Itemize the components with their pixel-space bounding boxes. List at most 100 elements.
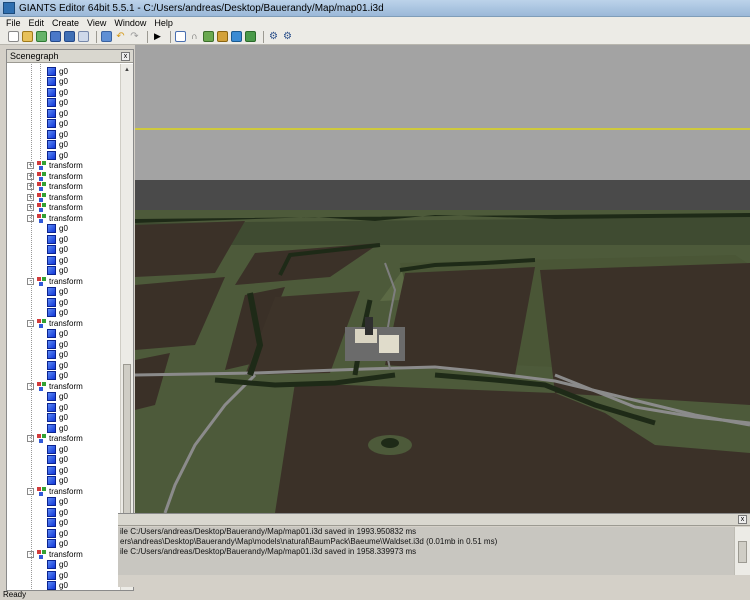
shape-cube-icon: [47, 119, 56, 129]
tree-node-transform[interactable]: -transform: [27, 213, 83, 224]
close-icon[interactable]: x: [738, 515, 747, 524]
tree-node-transform[interactable]: +transform: [27, 161, 83, 172]
foliage-paint-icon[interactable]: [217, 31, 228, 42]
tree-node-shape[interactable]: g0: [47, 224, 68, 235]
tree-node-transform[interactable]: -transform: [27, 486, 83, 497]
undo-icon[interactable]: ↶: [115, 31, 126, 42]
tree-node-shape[interactable]: g0: [47, 560, 68, 571]
open-icon[interactable]: [22, 31, 33, 42]
magnet-icon[interactable]: ∩: [189, 31, 200, 42]
tree-node-transform[interactable]: -transform: [27, 434, 83, 445]
texture-paint-icon[interactable]: [245, 31, 256, 42]
tree-node-shape[interactable]: g0: [47, 66, 68, 77]
import-icon[interactable]: [101, 31, 112, 42]
tree-node-shape[interactable]: g0: [47, 497, 68, 508]
tree-node-shape[interactable]: g0: [47, 108, 68, 119]
close-icon[interactable]: x: [121, 51, 130, 61]
tree-node-shape[interactable]: g0: [47, 87, 68, 98]
tree-node-label: g0: [59, 98, 68, 108]
status-text: Ready: [3, 590, 27, 599]
terrain-paint-icon[interactable]: [203, 31, 214, 42]
tree-node-shape[interactable]: g0: [47, 423, 68, 434]
tree-node-shape[interactable]: g0: [47, 518, 68, 529]
tree-node-label: g0: [59, 413, 68, 423]
tree-node-shape[interactable]: g0: [47, 98, 68, 109]
refresh-icon[interactable]: [36, 31, 47, 42]
tree-node-shape[interactable]: g0: [47, 413, 68, 424]
tree-node-label: g0: [59, 518, 68, 528]
tree-node-shape[interactable]: g0: [47, 507, 68, 518]
scenegraph-tree[interactable]: g0g0g0g0g0g0g0g0g0+transform+transform+t…: [7, 64, 121, 590]
scenegraph-scrollbar[interactable]: ▲ ▼: [120, 64, 133, 590]
tree-node-shape[interactable]: g0: [47, 455, 68, 466]
settings-gear-icon[interactable]: ⚙: [268, 31, 279, 42]
tree-node-shape[interactable]: g0: [47, 528, 68, 539]
menu-file[interactable]: File: [6, 18, 21, 28]
sculpt-icon[interactable]: [231, 31, 242, 42]
tree-node-shape[interactable]: g0: [47, 119, 68, 130]
tree-node-label: transform: [49, 381, 83, 391]
tree-node-shape[interactable]: g0: [47, 350, 68, 361]
tree-node-shape[interactable]: g0: [47, 287, 68, 298]
transform-icon: [37, 213, 46, 223]
menu-edit[interactable]: Edit: [29, 18, 45, 28]
tree-node-shape[interactable]: g0: [47, 245, 68, 256]
redo-icon[interactable]: ↷: [129, 31, 140, 42]
shape-cube-icon: [47, 423, 56, 433]
tree-node-shape[interactable]: g0: [47, 266, 68, 277]
tree-node-shape[interactable]: g0: [47, 308, 68, 319]
tree-node-shape[interactable]: g0: [47, 371, 68, 382]
tree-node-shape[interactable]: g0: [47, 402, 68, 413]
tree-node-label: g0: [59, 350, 68, 360]
save-icon[interactable]: [50, 31, 61, 42]
toolbar-separator: [263, 30, 264, 43]
camera-gear-icon[interactable]: ⚙: [282, 31, 293, 42]
tree-node-transform[interactable]: +transform: [27, 192, 83, 203]
new-file-icon[interactable]: [8, 31, 19, 42]
tree-node-shape[interactable]: g0: [47, 360, 68, 371]
tree-node-shape[interactable]: g0: [47, 570, 68, 581]
window-title: GIANTS Editor 64bit 5.5.1 - C:/Users/and…: [19, 2, 384, 14]
tree-node-shape[interactable]: g0: [47, 297, 68, 308]
scrollbar-thumb[interactable]: [123, 364, 131, 534]
scrollbar-thumb[interactable]: [738, 541, 747, 563]
menu-window[interactable]: Window: [114, 18, 146, 28]
play-icon[interactable]: ▶: [152, 31, 163, 42]
menu-view[interactable]: View: [87, 18, 106, 28]
tree-node-shape[interactable]: g0: [47, 392, 68, 403]
tree-node-transform[interactable]: -transform: [27, 276, 83, 287]
tree-node-shape[interactable]: g0: [47, 150, 68, 161]
tree-node-transform[interactable]: +transform: [27, 182, 83, 193]
menu-create[interactable]: Create: [52, 18, 79, 28]
tree-node-shape[interactable]: g0: [47, 476, 68, 487]
tree-node-transform[interactable]: -transform: [27, 381, 83, 392]
tree-node-transform[interactable]: +transform: [27, 203, 83, 214]
tree-node-shape[interactable]: g0: [47, 129, 68, 140]
scroll-up-icon[interactable]: ▲: [122, 65, 132, 75]
terrain-view[interactable]: [135, 45, 750, 513]
menu-help[interactable]: Help: [154, 18, 173, 28]
tree-node-shape[interactable]: g0: [47, 140, 68, 151]
tree-node-shape[interactable]: g0: [47, 255, 68, 266]
console-scrollbar[interactable]: [734, 527, 750, 575]
tree-node-shape[interactable]: g0: [47, 539, 68, 550]
3d-viewport[interactable]: [135, 45, 750, 513]
tree-node-label: g0: [59, 476, 68, 486]
tree-node-shape[interactable]: g0: [47, 444, 68, 455]
export-icon[interactable]: [78, 31, 89, 42]
tree-node-transform[interactable]: +transform: [27, 171, 83, 182]
save-all-icon[interactable]: [64, 31, 75, 42]
select-icon[interactable]: [175, 31, 186, 42]
tree-node-transform[interactable]: -transform: [27, 318, 83, 329]
tree-node-shape[interactable]: g0: [47, 339, 68, 350]
transform-icon: [37, 192, 46, 202]
shape-cube-icon: [47, 308, 56, 318]
tree-node-label: g0: [59, 287, 68, 297]
tree-node-shape[interactable]: g0: [47, 465, 68, 476]
tree-node-shape[interactable]: g0: [47, 234, 68, 245]
tree-node-shape[interactable]: g0: [47, 77, 68, 88]
tree-node-transform[interactable]: -transform: [27, 549, 83, 560]
tree-node-shape[interactable]: g0: [47, 329, 68, 340]
tree-node-shape[interactable]: g0: [47, 581, 68, 590]
console-log[interactable]: ile C:/Users/andreas/Desktop/Bauerandy/M…: [118, 527, 734, 575]
